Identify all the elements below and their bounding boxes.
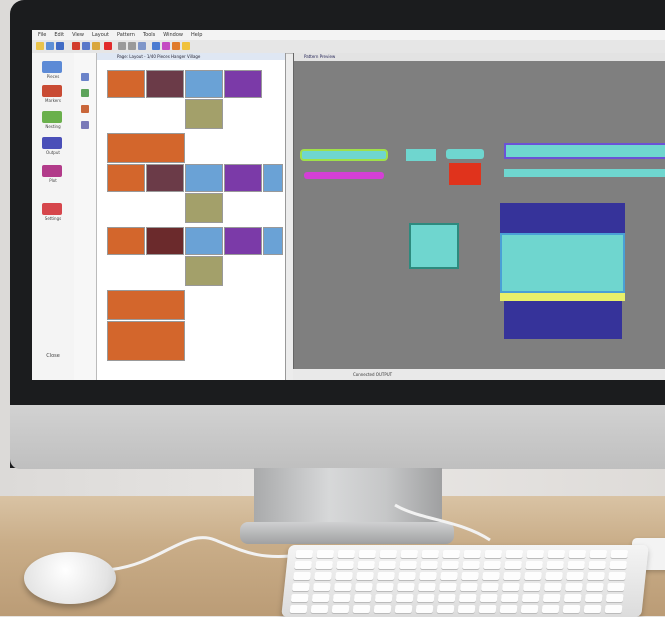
keyboard-key [522,583,541,591]
keyboard-key [608,572,626,580]
keyboard-key [462,561,481,569]
keyboard-key [458,594,477,602]
keyboard-key [375,583,394,591]
keyboard-key [610,550,629,558]
keyboard-key [587,572,605,580]
keyboard-key [547,550,566,558]
keyboard-key [357,561,376,569]
keyboard-key [605,594,624,602]
keyboard-key [545,572,563,580]
keyboard-key [504,561,523,569]
keyboard-key [461,572,479,580]
keyboard-key [584,594,603,602]
keyboard-key [566,572,584,580]
keyboard-key [499,605,518,613]
keyboard-key [562,605,581,613]
keyboard-key [378,561,397,569]
keyboard-key [290,594,309,602]
mouse [24,552,116,604]
keyboard-key [394,605,413,613]
keyboard-key [333,583,352,591]
keyboard-key [315,561,334,569]
keyboard-key [438,583,457,591]
keyboard-key [311,594,330,602]
keyboard-key [331,605,350,613]
keyboard-key [336,561,355,569]
keyboard-key [332,594,351,602]
keyboard-key [417,583,436,591]
keyboard-key [314,572,332,580]
keyboard-key [436,605,455,613]
keyboard-key [440,572,458,580]
keyboard-key [609,561,628,569]
keyboard-key [420,561,439,569]
keyboard-key [293,572,311,580]
keyboard-key [399,561,418,569]
keyboard-key [459,583,478,591]
keyboard-key [583,605,602,613]
keyboard-key [400,550,419,558]
keyboard-key [541,605,560,613]
keyboard-key [457,605,476,613]
keyboard-key [352,605,371,613]
keyboard-key [291,583,310,591]
keyboard-key [373,605,392,613]
keyboard-key [567,561,586,569]
keyboard-key [356,572,374,580]
keyboard-key [521,594,540,602]
keyboard-key [419,572,437,580]
keyboard-key [337,550,356,558]
keyboard-key [483,561,502,569]
keyboard-key [335,572,353,580]
keyboard-key [478,605,497,613]
keyboard-key [564,583,583,591]
keyboard-key [500,594,519,602]
keyboard-key [543,583,562,591]
keyboard-key [398,572,416,580]
keyboard-key [437,594,456,602]
keyboard-key [316,550,335,558]
keyboard-key [505,550,524,558]
keyboard-key [480,583,499,591]
keyboard-key [479,594,498,602]
keyboard [281,545,649,617]
keyboard-key [358,550,377,558]
keyboard-key [442,550,461,558]
keyboard-key [463,550,482,558]
keyboard-key [484,550,503,558]
keyboard-key [589,550,608,558]
keyboard-key [353,594,372,602]
keyboard-key [542,594,561,602]
keyboard-key [377,572,395,580]
keyboard-key [585,583,604,591]
keyboard-key [563,594,582,602]
keyboard-key [295,550,314,558]
keyboard-key [441,561,460,569]
keyboard-key [421,550,440,558]
cables [107,503,491,572]
keyboard-key [289,605,308,613]
keyboard-key [396,583,415,591]
keyboard-key [416,594,435,602]
keyboard-key [525,561,544,569]
keyboard-key [604,605,623,613]
keyboard-key [415,605,434,613]
keyboard-key [379,550,398,558]
keyboard-key [520,605,539,613]
keyboard-key [524,572,542,580]
keyboard-key [374,594,393,602]
keyboard-key [526,550,545,558]
keyboard-key [395,594,414,602]
keyboard-key [588,561,607,569]
keyboard-key [482,572,500,580]
keyboard-key [568,550,587,558]
keyboard-key [310,605,329,613]
keyboard-key [354,583,373,591]
keyboard-key [294,561,313,569]
keyboard-key [312,583,331,591]
keyboard-key [606,583,625,591]
keyboard-key [501,583,520,591]
keyboard-key [546,561,565,569]
keyboard-key [503,572,521,580]
